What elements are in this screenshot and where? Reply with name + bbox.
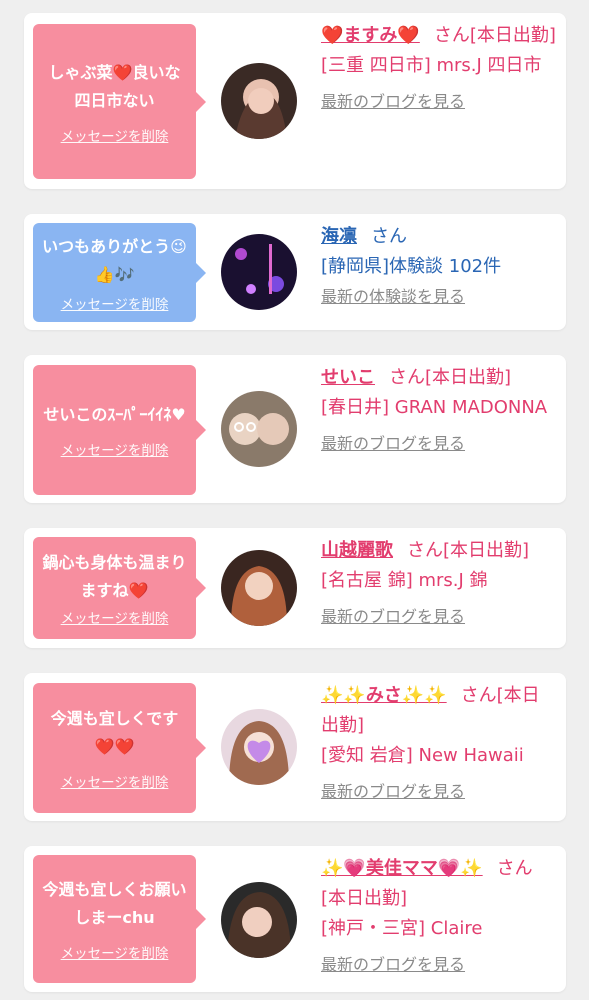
store-info: [愛知 岩倉] New Hawaii [321,745,524,766]
delete-message-link[interactable]: メッセージを削除 [61,125,169,145]
latest-blog-link[interactable]: 最新のブログを見る [321,87,465,117]
avatar[interactable] [221,709,297,785]
avatar[interactable] [221,550,297,626]
latest-blog-link[interactable]: 最新のブログを見る [321,602,465,632]
latest-blog-link[interactable]: 最新のブログを見る [321,950,465,980]
delete-message-link[interactable]: メッセージを削除 [61,942,169,962]
message-text: せいこのｽｰﾊﾟｰｲｲﾈ♥ [43,405,186,424]
girl-info: ✨💗美佳ママ💗✨ さん[本日出勤] [神戸・三宮] Claire 最新のブログを見… [321,854,557,980]
girl-name-link[interactable]: ✨✨みさ✨✨ [321,685,447,706]
girl-name-link[interactable]: ❤️ますみ❤️ [321,25,420,46]
message-bubble: いつもありがとう😉👍🎶 メッセージを削除 [33,223,206,322]
delete-message-link[interactable]: メッセージを削除 [61,293,169,313]
girl-info: ❤️ますみ❤️ さん[本日出勤] [三重 四日市] mrs.J 四日市 最新のブロ… [321,21,557,117]
girl-name-link[interactable]: 山越麗歌 [321,540,393,561]
message-text: 鍋心も身体も温まりますね❤️ [42,553,187,600]
message-bubble: 今週も宜しくです❤️❤️ メッセージを削除 [33,683,206,813]
store-info: [名古屋 錦] mrs.J 錦 [321,570,488,591]
message-text: 今週も宜しくです❤️❤️ [50,709,179,756]
message-list: しゃぶ菜❤️良いな四日市ない メッセージを削除 ❤️ますみ❤️ さん[本日出勤] … [0,0,589,1000]
girl-info: 山越麗歌 さん[本日出勤] [名古屋 錦] mrs.J 錦 最新のブログを見る [321,536,557,632]
honorific-status: さん[本日出勤] [407,540,530,561]
delete-message-link[interactable]: メッセージを削除 [61,771,169,791]
message-card: いつもありがとう😉👍🎶 メッセージを削除 海凛 さん [静岡県]体験談 102件 … [24,214,566,330]
avatar[interactable] [221,234,297,310]
girl-name-link[interactable]: せいこ [321,367,375,388]
girl-info: 海凛 さん [静岡県]体験談 102件 最新の体験談を見る [321,222,557,312]
delete-message-link[interactable]: メッセージを削除 [61,439,169,459]
avatar[interactable] [221,391,297,467]
latest-blog-link[interactable]: 最新のブログを見る [321,429,465,459]
message-bubble: せいこのｽｰﾊﾟｰｲｲﾈ♥ メッセージを削除 [33,365,206,495]
honorific-status: さん[本日出勤] [433,25,556,46]
latest-blog-link[interactable]: 最新のブログを見る [321,777,465,807]
message-text: しゃぶ菜❤️良いな四日市ない [48,62,181,110]
message-bubble: 鍋心も身体も温まりますね❤️ メッセージを削除 [33,537,206,639]
store-info: [春日井] GRAN MADONNA [321,397,548,418]
girl-name-link[interactable]: 海凛 [321,226,357,247]
message-text: 今週も宜しくお願いしまーchu [42,880,187,927]
avatar[interactable] [221,882,297,958]
message-card: 今週も宜しくです❤️❤️ メッセージを削除 ✨✨みさ✨✨ さん[本日出勤] [愛知… [24,673,566,821]
message-bubble: しゃぶ菜❤️良いな四日市ない メッセージを削除 [33,24,206,179]
message-text: いつもありがとう😉👍🎶 [42,236,187,284]
message-card: 今週も宜しくお願いしまーchu メッセージを削除 ✨💗美佳ママ💗✨ さん[本日出勤… [24,846,566,992]
store-info: [静岡県]体験談 102件 [321,256,502,277]
message-card: しゃぶ菜❤️良いな四日市ない メッセージを削除 ❤️ますみ❤️ さん[本日出勤] … [24,13,566,189]
honorific-status: さん [371,226,407,247]
latest-review-link[interactable]: 最新の体験談を見る [321,282,465,312]
girl-name-link[interactable]: ✨💗美佳ママ💗✨ [321,858,483,879]
message-card: せいこのｽｰﾊﾟｰｲｲﾈ♥ メッセージを削除 せいこ さん[本日出勤] [春日井]… [24,355,566,503]
honorific-status: さん[本日出勤] [389,367,512,388]
store-info: [三重 四日市] mrs.J 四日市 [321,55,542,76]
avatar[interactable] [221,63,297,139]
delete-message-link[interactable]: メッセージを削除 [61,607,169,627]
store-info: [神戸・三宮] Claire [321,918,483,939]
girl-info: ✨✨みさ✨✨ さん[本日出勤] [愛知 岩倉] New Hawaii 最新のブログ… [321,681,557,807]
message-card: 鍋心も身体も温まりますね❤️ メッセージを削除 山越麗歌 さん[本日出勤] [名古… [24,528,566,648]
girl-info: せいこ さん[本日出勤] [春日井] GRAN MADONNA 最新のブログを見る [321,363,557,459]
message-bubble: 今週も宜しくお願いしまーchu メッセージを削除 [33,855,206,983]
